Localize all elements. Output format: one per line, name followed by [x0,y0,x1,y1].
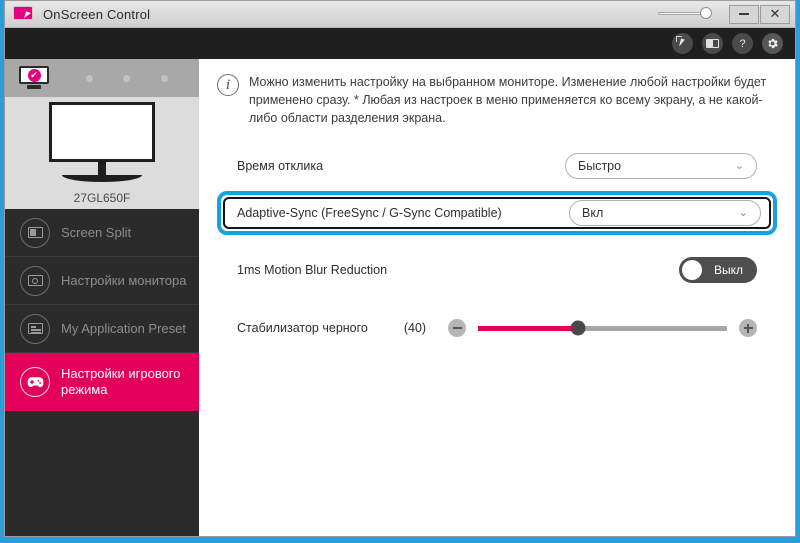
monitor-illustration [49,101,155,182]
sidebar-item-game-mode-settings[interactable]: Настройки игрового режима [5,353,199,411]
gamepad-icon [20,367,50,397]
gear-icon[interactable] [762,33,783,54]
monitor-preview: 27GL650F [5,97,199,209]
close-button[interactable]: ✕ [760,4,790,24]
sidebar-item-label: My Application Preset [61,320,187,336]
icon-toolbar: ? [5,28,795,59]
setting-row-response-time: Время отклика Быстро ⌄ [217,149,777,183]
title-bar: OnScreen Control ✕ [5,1,795,28]
screen-root: OnScreen Control ✕ ? ✔ 27GL650F Screen S… [0,0,800,543]
motion-blur-toggle[interactable]: Выкл [679,257,757,284]
window-title: OnScreen Control [43,6,151,22]
sidebar-filler [5,411,199,536]
info-icon: i [217,74,239,96]
sidebar-item-label: Настройки монитора [61,272,187,288]
monitor-thumb-selected[interactable]: ✔ [19,66,49,90]
toggle-knob [682,260,702,281]
sidebar: ✔ 27GL650F Screen Split Настройки монито… [5,59,199,536]
info-banner: i Можно изменить настройку на выбранном … [217,73,777,127]
minimize-button[interactable] [729,4,759,24]
adaptive-sync-value: Вкл [582,206,604,221]
sidebar-item-my-application-preset[interactable]: My Application Preset [5,305,199,353]
monitor-settings-icon [20,265,50,296]
setting-row-motion-blur: 1ms Motion Blur Reduction Выкл [217,253,777,287]
window-controls: ✕ [658,4,795,24]
sidebar-nav: Screen Split Настройки монитора My Appli… [5,209,199,536]
increment-button[interactable] [739,319,757,338]
opacity-knob[interactable] [700,7,712,19]
pointer-icon[interactable] [672,33,693,54]
window-opacity-slider[interactable] [658,6,716,22]
slider-track[interactable] [478,320,727,336]
black-stabilizer-label: Стабилизатор черного [237,321,368,336]
opacity-track [658,12,706,15]
black-stabilizer-slider[interactable] [448,319,757,338]
adaptive-sync-label: Adaptive-Sync (FreeSync / G-Sync Compati… [237,206,502,221]
app-icon [13,6,33,22]
monitor-slot-dot[interactable] [123,74,131,82]
monitor-model-label: 27GL650F [73,190,131,205]
response-time-label: Время отклика [237,159,324,174]
help-icon[interactable]: ? [732,33,753,54]
monitor-slot-dot[interactable] [86,74,94,82]
monitor-slot-dots [49,74,199,82]
check-icon: ✔ [27,68,41,82]
response-time-value: Быстро [578,159,622,174]
decrement-button[interactable] [448,319,467,338]
toggle-state-label: Выкл [713,263,743,278]
motion-blur-label: 1ms Motion Blur Reduction [237,263,388,278]
monitor-slot-dot[interactable] [160,74,168,82]
sidebar-item-label: Настройки игрового режима [61,366,181,397]
screen-icon[interactable] [702,33,723,54]
slider-knob[interactable] [570,320,586,336]
black-stabilizer-value: (40) [403,321,427,336]
sidebar-item-monitor-settings[interactable]: Настройки монитора [5,257,199,305]
setting-row-black-stabilizer: Стабилизатор черного (40) [217,311,777,345]
application-preset-icon [20,313,50,344]
sidebar-item-label: Screen Split [61,224,132,240]
response-time-dropdown[interactable]: Быстро ⌄ [565,153,757,180]
setting-row-adaptive-sync[interactable]: Adaptive-Sync (FreeSync / G-Sync Compati… [217,191,777,236]
window-body: ✔ 27GL650F Screen Split Настройки монито… [5,59,795,536]
screen-split-icon [20,217,50,248]
application-window: OnScreen Control ✕ ? ✔ 27GL650F Screen S… [4,0,796,537]
sidebar-item-screen-split[interactable]: Screen Split [5,209,199,257]
adaptive-sync-dropdown[interactable]: Вкл ⌄ [569,200,761,227]
monitor-selector-bar: ✔ [5,59,199,97]
main-panel: i Можно изменить настройку на выбранном … [199,59,795,536]
info-text: Можно изменить настройку на выбранном мо… [249,75,767,126]
chevron-down-icon: ⌄ [738,206,748,219]
slider-fill [478,325,578,331]
chevron-down-icon: ⌄ [734,159,744,172]
